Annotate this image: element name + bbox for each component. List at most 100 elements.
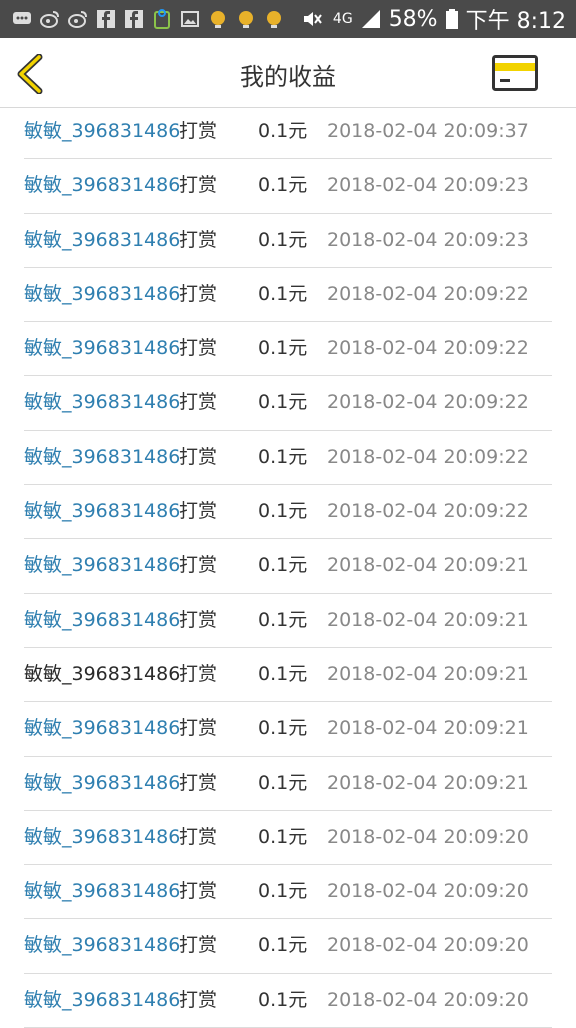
action-label: 打赏 bbox=[179, 717, 218, 740]
timestamp: 2018-02-04 20:09:20 bbox=[327, 988, 529, 1011]
amount-value: 0.1元 bbox=[258, 771, 308, 794]
action-label: 打赏 bbox=[179, 500, 218, 523]
timestamp: 2018-02-04 20:09:23 bbox=[327, 174, 529, 197]
timestamp: 2018-02-04 20:09:22 bbox=[327, 337, 529, 360]
timestamp: 2018-02-04 20:09:20 bbox=[327, 880, 529, 903]
action-label: 打赏 bbox=[179, 934, 218, 957]
battery-icon bbox=[445, 9, 458, 29]
app-icon bbox=[154, 9, 170, 29]
amount-value: 0.1元 bbox=[258, 391, 308, 414]
timestamp: 2018-02-04 20:09:22 bbox=[327, 500, 529, 523]
network-type: 4G bbox=[332, 11, 353, 27]
user-name-link[interactable]: 敏敏_396831486 bbox=[24, 159, 180, 212]
user-name-link[interactable]: 敏敏_396831486 bbox=[24, 648, 180, 701]
timestamp: 2018-02-04 20:09:21 bbox=[327, 662, 529, 685]
action-label: 打赏 bbox=[179, 120, 218, 142]
user-name-link[interactable]: 敏敏_396831486 bbox=[24, 919, 180, 972]
amount-value: 0.1元 bbox=[258, 662, 308, 685]
image-icon bbox=[181, 11, 199, 27]
list-item[interactable]: 敏敏_396831486 打赏 0.1元 2018-02-04 20:09:21 bbox=[24, 702, 552, 757]
user-name-link[interactable]: 敏敏_396831486 bbox=[24, 322, 180, 375]
list-item[interactable]: 敏敏_396831486 打赏 0.1元 2018-02-04 20:09:21 bbox=[24, 539, 552, 594]
action-label: 打赏 bbox=[179, 988, 218, 1011]
timestamp: 2018-02-04 20:09:21 bbox=[327, 608, 529, 631]
amount-value: 0.1元 bbox=[258, 500, 308, 523]
user-name-link[interactable]: 敏敏_396831486 bbox=[24, 974, 180, 1027]
card-button[interactable] bbox=[492, 55, 538, 91]
timestamp: 2018-02-04 20:09:21 bbox=[327, 554, 529, 577]
user-name-link[interactable]: 敏敏_396831486 bbox=[24, 431, 180, 484]
user-name-link[interactable]: 敏敏_396831486 bbox=[24, 865, 180, 918]
list-item[interactable]: 敏敏_396831486 打赏 0.1元 2018-02-04 20:09:23 bbox=[24, 214, 552, 268]
action-label: 打赏 bbox=[179, 662, 218, 685]
action-label: 打赏 bbox=[179, 608, 218, 631]
amount-value: 0.1元 bbox=[258, 880, 308, 903]
user-name-link[interactable]: 敏敏_396831486 bbox=[24, 105, 180, 158]
user-name-link[interactable]: 敏敏_396831486 bbox=[24, 214, 180, 267]
user-name-link[interactable]: 敏敏_396831486 bbox=[24, 702, 180, 755]
list-item[interactable]: 敏敏_396831486 打赏 0.1元 2018-02-04 20:09:22 bbox=[24, 431, 552, 486]
list-item[interactable]: 敏敏_396831486 打赏 0.1元 2018-02-04 20:09:22 bbox=[24, 268, 552, 323]
list-item[interactable]: 敏敏_396831486 打赏 0.1元 2018-02-04 20:09:21 bbox=[24, 648, 552, 703]
amount-value: 0.1元 bbox=[258, 282, 308, 305]
user-name-link[interactable]: 敏敏_396831486 bbox=[24, 539, 180, 592]
amount-value: 0.1元 bbox=[258, 228, 308, 251]
list-item[interactable]: 敏敏_396831486 打赏 0.1元 2018-02-04 20:09:22 bbox=[24, 322, 552, 377]
notification-icons bbox=[12, 0, 284, 38]
card-icon bbox=[492, 55, 538, 91]
action-label: 打赏 bbox=[179, 391, 218, 414]
action-label: 打赏 bbox=[179, 880, 218, 903]
timestamp: 2018-02-04 20:09:21 bbox=[327, 717, 529, 740]
action-label: 打赏 bbox=[179, 825, 218, 848]
status-bar: 4G 58% 下午 8:12 bbox=[0, 0, 576, 38]
timestamp: 2018-02-04 20:09:22 bbox=[327, 445, 529, 468]
timestamp: 2018-02-04 20:09:20 bbox=[327, 825, 529, 848]
list-item[interactable]: 敏敏_396831486 打赏 0.1元 2018-02-04 20:09:20 bbox=[24, 865, 552, 920]
amount-value: 0.1元 bbox=[258, 988, 308, 1011]
list-item[interactable]: 敏敏_396831486 打赏 0.1元 2018-02-04 20:09:21 bbox=[24, 757, 552, 811]
weibo-icon bbox=[68, 11, 87, 28]
bulb-icon bbox=[211, 11, 225, 28]
clock: 下午 8:12 bbox=[465, 9, 566, 34]
action-label: 打赏 bbox=[179, 554, 218, 577]
amount-value: 0.1元 bbox=[258, 554, 308, 577]
battery-percent: 58% bbox=[388, 6, 438, 32]
amount-value: 0.1元 bbox=[258, 825, 308, 848]
list-item[interactable]: 敏敏_396831486 打赏 0.1元 2018-02-04 20:09:22 bbox=[24, 376, 552, 431]
timestamp: 2018-02-04 20:09:37 bbox=[327, 120, 529, 142]
list-item[interactable]: 敏敏_396831486 打赏 0.1元 2018-02-04 20:09:21 bbox=[24, 594, 552, 648]
bulb-icon bbox=[267, 11, 281, 28]
action-label: 打赏 bbox=[179, 771, 218, 794]
timestamp: 2018-02-04 20:09:21 bbox=[327, 771, 529, 794]
timestamp: 2018-02-04 20:09:20 bbox=[327, 934, 529, 957]
amount-value: 0.1元 bbox=[258, 717, 308, 740]
list-item[interactable]: 敏敏_396831486 打赏 0.1元 2018-02-04 20:09:20 bbox=[24, 974, 552, 1028]
earnings-list: 敏敏_396831486 打赏 0.1元 2018-02-04 20:09:37 敏敏_… bbox=[0, 105, 576, 1028]
list-item[interactable]: 敏敏_396831486 打赏 0.1元 2018-02-04 20:09:23 bbox=[24, 159, 552, 214]
signal-icon bbox=[361, 10, 380, 28]
user-name-link[interactable]: 敏敏_396831486 bbox=[24, 376, 180, 429]
list-item[interactable]: 敏敏_396831486 打赏 0.1元 2018-02-04 20:09:20 bbox=[24, 919, 552, 974]
action-label: 打赏 bbox=[179, 445, 218, 468]
user-name-link[interactable]: 敏敏_396831486 bbox=[24, 268, 180, 321]
amount-value: 0.1元 bbox=[258, 120, 308, 142]
nav-bar: 我的收益 bbox=[0, 38, 576, 108]
amount-value: 0.1元 bbox=[258, 174, 308, 197]
list-item[interactable]: 敏敏_396831486 打赏 0.1元 2018-02-04 20:09:22 bbox=[24, 485, 552, 540]
weibo-icon bbox=[40, 11, 59, 28]
list-item[interactable]: 敏敏_396831486 打赏 0.1元 2018-02-04 20:09:20 bbox=[24, 811, 552, 866]
action-label: 打赏 bbox=[179, 337, 218, 360]
action-label: 打赏 bbox=[179, 228, 218, 251]
system-status: 4G 58% 下午 8:12 bbox=[299, 0, 566, 38]
action-label: 打赏 bbox=[179, 174, 218, 197]
user-name-link[interactable]: 敏敏_396831486 bbox=[24, 811, 180, 864]
user-name-link[interactable]: 敏敏_396831486 bbox=[24, 485, 180, 538]
user-name-link[interactable]: 敏敏_396831486 bbox=[24, 594, 180, 647]
timestamp: 2018-02-04 20:09:22 bbox=[327, 282, 529, 305]
list-item[interactable]: 敏敏_396831486 打赏 0.1元 2018-02-04 20:09:37 bbox=[24, 105, 552, 160]
user-name-link[interactable]: 敏敏_396831486 bbox=[24, 757, 180, 810]
bulb-icon bbox=[239, 11, 253, 28]
chat-icon bbox=[13, 12, 31, 24]
amount-value: 0.1元 bbox=[258, 337, 308, 360]
facebook-icon bbox=[125, 10, 143, 28]
